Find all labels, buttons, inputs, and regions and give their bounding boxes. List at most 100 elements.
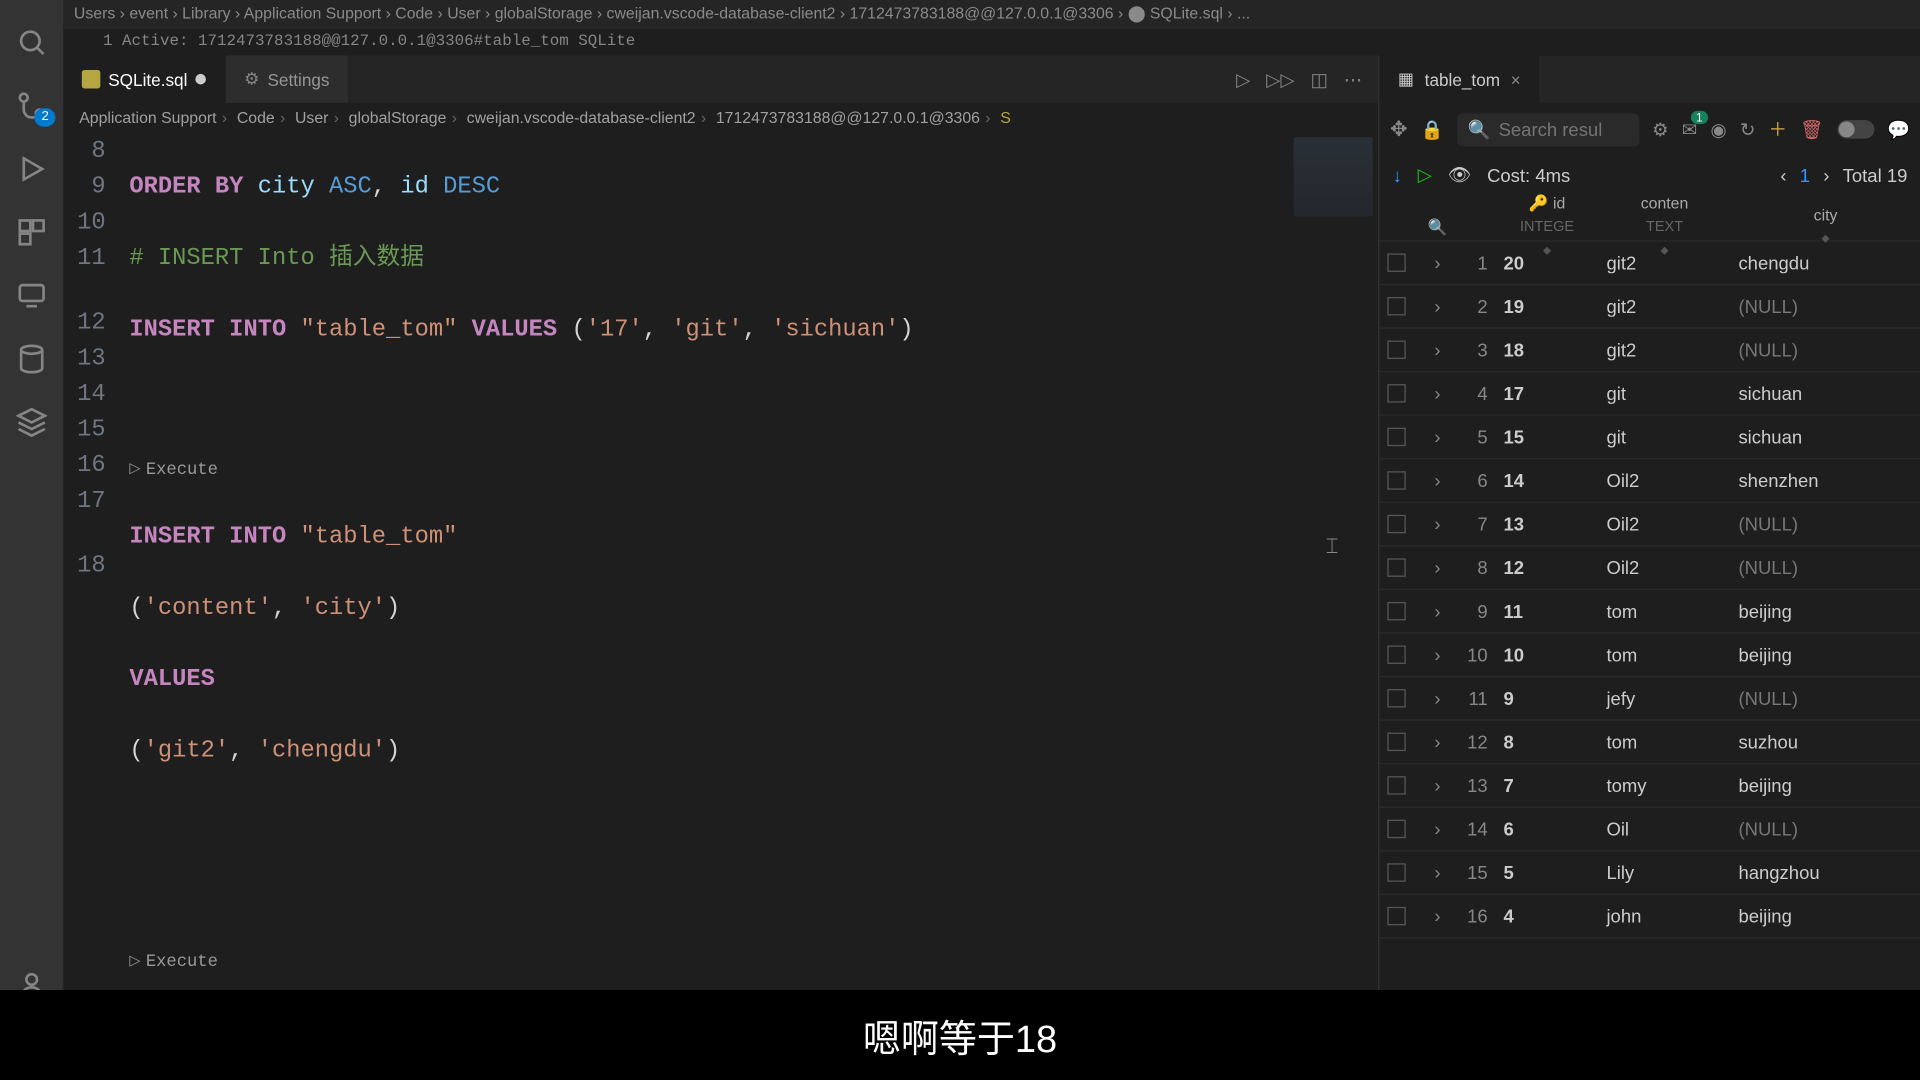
expand-icon[interactable]: ›: [1416, 862, 1458, 883]
run-icon[interactable]: ▷: [1236, 68, 1250, 90]
github-icon[interactable]: ◉: [1710, 118, 1726, 140]
run-debug-icon[interactable]: [0, 137, 63, 200]
table-row[interactable]: ›911tombeijing: [1379, 590, 1920, 634]
cell-city[interactable]: beijing: [1731, 601, 1920, 622]
cell-content[interactable]: git: [1599, 383, 1731, 404]
tab-sqlite-sql[interactable]: SQLite.sql: [63, 55, 225, 103]
table-row[interactable]: ›1010tombeijing: [1379, 634, 1920, 678]
cell-content[interactable]: tom: [1599, 601, 1731, 622]
search-input[interactable]: 🔍: [1457, 113, 1639, 146]
cell-id[interactable]: 8: [1496, 731, 1599, 752]
cell-content[interactable]: git2: [1599, 339, 1731, 360]
cell-city[interactable]: sichuan: [1731, 383, 1920, 404]
tab-settings[interactable]: ⚙ Settings: [226, 55, 350, 103]
row-checkbox[interactable]: [1387, 645, 1405, 663]
expand-icon[interactable]: ›: [1416, 252, 1458, 273]
expand-icon[interactable]: ›: [1416, 426, 1458, 447]
cell-id[interactable]: 17: [1496, 383, 1599, 404]
cell-city[interactable]: (NULL): [1731, 557, 1920, 578]
cell-city[interactable]: sichuan: [1731, 426, 1920, 447]
table-row[interactable]: ›515gitsichuan: [1379, 416, 1920, 460]
row-checkbox[interactable]: [1387, 558, 1405, 576]
eye-icon[interactable]: 👁: [1448, 164, 1471, 186]
editor-breadcrumb[interactable]: Application Support› Code› User› globalS…: [63, 103, 1378, 135]
row-checkbox[interactable]: [1387, 776, 1405, 794]
prev-page-icon[interactable]: ‹: [1780, 164, 1786, 185]
remote-icon[interactable]: [0, 264, 63, 327]
cell-city[interactable]: beijing: [1731, 644, 1920, 665]
cell-id[interactable]: 14: [1496, 470, 1599, 491]
cell-city[interactable]: shenzhen: [1731, 470, 1920, 491]
cell-content[interactable]: tomy: [1599, 775, 1731, 796]
table-row[interactable]: ›713Oil2(NULL): [1379, 503, 1920, 547]
cell-city[interactable]: (NULL): [1731, 688, 1920, 709]
table-row[interactable]: ›318git2(NULL): [1379, 329, 1920, 373]
cell-city[interactable]: (NULL): [1731, 818, 1920, 839]
cell-id[interactable]: 19: [1496, 296, 1599, 317]
cell-city[interactable]: suzhou: [1731, 731, 1920, 752]
code-area[interactable]: ORDER BY city ASC, id DESC # INSERT Into…: [129, 135, 1378, 1051]
mail-icon[interactable]: ✉: [1682, 118, 1697, 140]
cell-id[interactable]: 12: [1496, 557, 1599, 578]
cell-content[interactable]: git2: [1599, 296, 1731, 317]
cell-city[interactable]: (NULL): [1731, 513, 1920, 534]
row-checkbox[interactable]: [1387, 471, 1405, 489]
cell-city[interactable]: beijing: [1731, 775, 1920, 796]
cell-content[interactable]: git: [1599, 426, 1731, 447]
cell-city[interactable]: beijing: [1731, 906, 1920, 927]
execute-codelens[interactable]: Execute: [129, 455, 1378, 484]
search-icon[interactable]: [0, 11, 63, 74]
cell-id[interactable]: 20: [1496, 252, 1599, 273]
toggle[interactable]: [1837, 120, 1874, 138]
cell-content[interactable]: Oil2: [1599, 470, 1731, 491]
expand-icon[interactable]: ›: [1416, 731, 1458, 752]
cell-content[interactable]: Oil2: [1599, 513, 1731, 534]
cell-city[interactable]: (NULL): [1731, 296, 1920, 317]
row-checkbox[interactable]: [1387, 253, 1405, 271]
table-row[interactable]: ›137tomybeijing: [1379, 764, 1920, 808]
table-row[interactable]: ›164johnbeijing: [1379, 895, 1920, 939]
cell-id[interactable]: 7: [1496, 775, 1599, 796]
row-checkbox[interactable]: [1387, 863, 1405, 881]
table-row[interactable]: ›417gitsichuan: [1379, 372, 1920, 416]
code-editor[interactable]: 8 9 10 11 12 13 14 15 16 17 18 O: [63, 135, 1378, 1051]
cell-id[interactable]: 18: [1496, 339, 1599, 360]
cell-content[interactable]: tom: [1599, 644, 1731, 665]
row-checkbox[interactable]: [1387, 297, 1405, 315]
table-row[interactable]: ›155Lilyhangzhou: [1379, 851, 1920, 895]
expand-icon[interactable]: ›: [1416, 383, 1458, 404]
download-icon[interactable]: ↓: [1393, 164, 1402, 185]
row-checkbox[interactable]: [1387, 384, 1405, 402]
extensions-icon[interactable]: [0, 201, 63, 264]
expand-icon[interactable]: ›: [1416, 818, 1458, 839]
chat-icon[interactable]: 💬: [1887, 118, 1910, 140]
expand-icon[interactable]: ›: [1416, 906, 1458, 927]
expand-icon[interactable]: ›: [1416, 775, 1458, 796]
table-row[interactable]: ›128tomsuzhou: [1379, 721, 1920, 765]
cell-id[interactable]: 13: [1496, 513, 1599, 534]
delete-icon[interactable]: 🗑: [1800, 118, 1823, 140]
cell-content[interactable]: john: [1599, 906, 1731, 927]
row-checkbox[interactable]: [1387, 907, 1405, 925]
table-row[interactable]: ›119jefy(NULL): [1379, 677, 1920, 721]
add-icon[interactable]: ＋: [1769, 116, 1787, 142]
table-row[interactable]: ›812Oil2(NULL): [1379, 546, 1920, 590]
row-checkbox[interactable]: [1387, 820, 1405, 838]
row-checkbox[interactable]: [1387, 689, 1405, 707]
next-page-icon[interactable]: ›: [1823, 164, 1829, 185]
cell-id[interactable]: 11: [1496, 601, 1599, 622]
cell-content[interactable]: git2: [1599, 252, 1731, 273]
cell-content[interactable]: Oil2: [1599, 557, 1731, 578]
cell-id[interactable]: 15: [1496, 426, 1599, 447]
tab-table-tom[interactable]: ▦ table_tom ×: [1379, 55, 1539, 103]
expand-icon[interactable]: ›: [1416, 513, 1458, 534]
expand-icon[interactable]: ›: [1416, 688, 1458, 709]
minimap[interactable]: [1294, 137, 1373, 216]
cell-id[interactable]: 6: [1496, 818, 1599, 839]
expand-icon[interactable]: ›: [1416, 470, 1458, 491]
row-checkbox[interactable]: [1387, 515, 1405, 533]
expand-icon[interactable]: ›: [1416, 339, 1458, 360]
expand-icon[interactable]: ›: [1416, 644, 1458, 665]
split-editor-icon[interactable]: ◫: [1310, 68, 1327, 90]
expand-icon[interactable]: ›: [1416, 601, 1458, 622]
